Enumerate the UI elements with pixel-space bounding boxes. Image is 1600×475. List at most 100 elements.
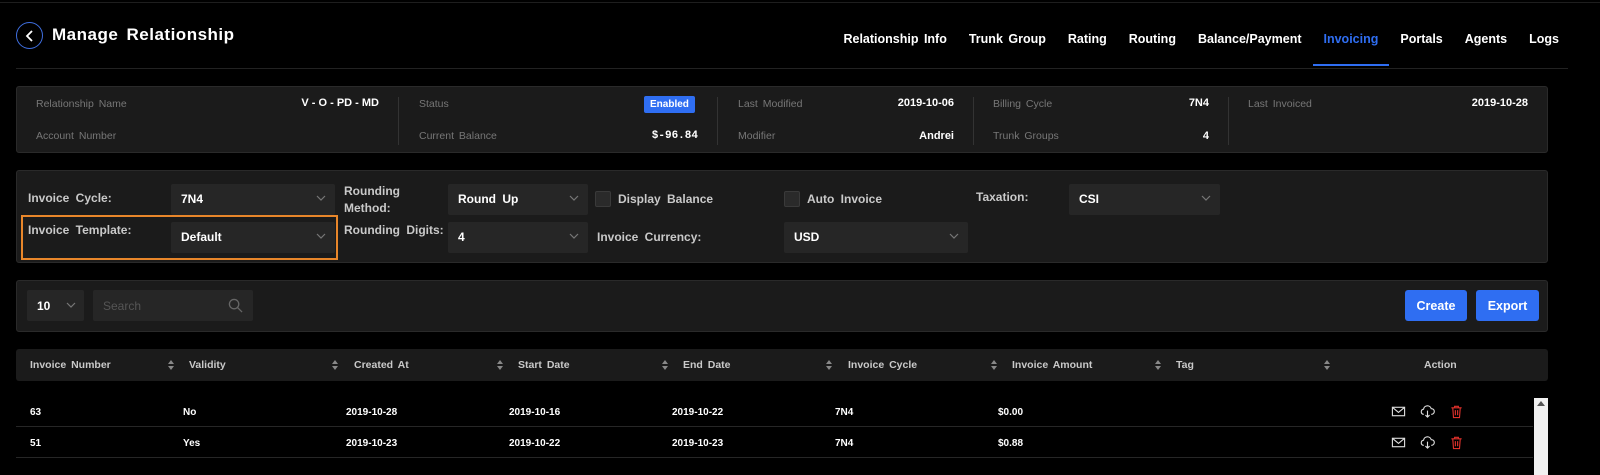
billing-cycle-label: Billing Cycle bbox=[993, 98, 1053, 110]
search-input[interactable] bbox=[93, 290, 223, 321]
last-invoiced-label: Last Invoiced bbox=[1248, 98, 1312, 110]
display-balance-label: Display Balance bbox=[618, 192, 714, 206]
column-invoice-number[interactable]: Invoice Number bbox=[30, 349, 176, 381]
mail-icon[interactable] bbox=[1391, 404, 1406, 419]
last-modified-value: 2019-10-06 bbox=[897, 97, 954, 109]
invoice-cycle-cell: 7N4 bbox=[835, 406, 854, 418]
vertical-scrollbar[interactable] bbox=[1534, 398, 1548, 475]
sort-icon bbox=[168, 360, 174, 370]
rounding-method-select[interactable]: Round Up bbox=[448, 184, 588, 215]
invoice-amount-cell: $0.00 bbox=[998, 406, 1024, 418]
modifier-label: Modifier bbox=[738, 130, 776, 142]
rounding-digits-value: 4 bbox=[458, 230, 465, 244]
info-separator bbox=[717, 97, 718, 145]
column-invoice-cycle[interactable]: Invoice Cycle bbox=[848, 349, 998, 381]
scroll-up-arrow-icon[interactable] bbox=[1537, 401, 1545, 406]
current-balance-value: $-96.84 bbox=[651, 130, 698, 142]
invoice-cycle-cell: 7N4 bbox=[835, 437, 854, 449]
rounding-digits-select[interactable]: 4 bbox=[448, 222, 588, 253]
create-button[interactable]: Create bbox=[1405, 290, 1467, 321]
rounding-method-label: Rounding Method: bbox=[344, 184, 400, 215]
chevron-down-icon bbox=[569, 233, 579, 239]
export-button[interactable]: Export bbox=[1476, 290, 1539, 321]
back-button[interactable] bbox=[16, 22, 43, 49]
table-row: 51 Yes 2019-10-23 2019-10-22 2019-10-23 … bbox=[16, 428, 1533, 458]
modifier-value: Andrei bbox=[919, 130, 954, 142]
taxation-value: CSI bbox=[1079, 192, 1100, 206]
account-number-label: Account Number bbox=[36, 130, 117, 142]
last-invoiced-value: 2019-10-28 bbox=[1471, 97, 1528, 109]
display-balance-checkbox[interactable] bbox=[595, 191, 611, 207]
trash-icon[interactable] bbox=[1449, 435, 1464, 450]
tab-logs[interactable]: Logs bbox=[1518, 32, 1570, 66]
auto-invoice-checkbox[interactable] bbox=[784, 191, 800, 207]
invoice-cycle-select[interactable]: 7N4 bbox=[171, 184, 335, 215]
invoice-number-cell[interactable]: 51 bbox=[30, 428, 41, 458]
column-action: Action bbox=[1424, 359, 1457, 371]
current-balance-label: Current Balance bbox=[419, 130, 497, 142]
tab-agents[interactable]: Agents bbox=[1454, 32, 1518, 66]
created-at-cell: 2019-10-23 bbox=[346, 437, 398, 449]
search-icon[interactable] bbox=[228, 298, 243, 313]
created-at-cell: 2019-10-28 bbox=[346, 406, 398, 418]
page-size-select[interactable]: 10 bbox=[27, 290, 84, 321]
column-created-at[interactable]: Created At bbox=[354, 349, 504, 381]
start-date-cell: 2019-10-16 bbox=[509, 406, 561, 418]
page-size-value: 10 bbox=[37, 299, 51, 313]
tab-trunk-group[interactable]: Trunk Group bbox=[958, 32, 1057, 66]
page-title: Manage Relationship bbox=[52, 25, 235, 44]
sort-icon bbox=[497, 360, 503, 370]
sort-icon bbox=[1324, 360, 1330, 370]
tab-routing[interactable]: Routing bbox=[1118, 32, 1187, 66]
trunk-groups-label: Trunk Groups bbox=[993, 130, 1059, 142]
sort-icon bbox=[332, 360, 338, 370]
sort-icon bbox=[991, 360, 997, 370]
trunk-groups-value: 4 bbox=[1202, 130, 1209, 142]
taxation-label: Taxation: bbox=[976, 190, 1029, 204]
invoice-cycle-value: 7N4 bbox=[181, 192, 204, 206]
tab-relationship-info[interactable]: Relationship Info bbox=[832, 32, 957, 66]
invoice-cycle-label: Invoice Cycle: bbox=[28, 191, 112, 205]
table-toolbar: 10 Create Export bbox=[16, 280, 1548, 332]
column-tag[interactable]: Tag bbox=[1176, 349, 1331, 381]
trash-icon[interactable] bbox=[1449, 404, 1464, 419]
invoice-currency-value: USD bbox=[794, 230, 820, 244]
tab-balance-payment[interactable]: Balance/Payment bbox=[1187, 32, 1313, 66]
taxation-select[interactable]: CSI bbox=[1069, 184, 1220, 215]
column-invoice-amount[interactable]: Invoice Amount bbox=[1012, 349, 1162, 381]
info-separator bbox=[1228, 97, 1229, 145]
relationship-info-panel: Relationship Name V - O - PD - MD Accoun… bbox=[16, 86, 1548, 153]
start-date-cell: 2019-10-22 bbox=[509, 437, 561, 449]
rounding-digits-label: Rounding Digits: bbox=[344, 223, 444, 237]
tab-portals[interactable]: Portals bbox=[1389, 32, 1453, 66]
invoice-number-cell[interactable]: 63 bbox=[30, 397, 41, 427]
chevron-left-icon bbox=[25, 29, 33, 42]
tab-invoicing[interactable]: Invoicing bbox=[1312, 32, 1390, 66]
search-box bbox=[93, 290, 253, 321]
relationship-name-label: Relationship Name bbox=[36, 98, 127, 110]
sort-icon bbox=[662, 360, 668, 370]
sort-icon bbox=[1155, 360, 1161, 370]
chevron-down-icon bbox=[1201, 195, 1211, 201]
cloud-download-icon[interactable] bbox=[1420, 404, 1435, 419]
tab-rating[interactable]: Rating bbox=[1057, 32, 1118, 66]
table-row: 63 No 2019-10-28 2019-10-16 2019-10-22 7… bbox=[16, 397, 1533, 427]
invoice-currency-select[interactable]: USD bbox=[784, 222, 968, 253]
column-start-date[interactable]: Start Date bbox=[518, 349, 668, 381]
chevron-down-icon bbox=[949, 233, 959, 239]
validity-cell: Yes bbox=[183, 437, 201, 449]
table-header: Invoice Number Validity Created At Start… bbox=[16, 349, 1548, 381]
end-date-cell: 2019-10-22 bbox=[672, 406, 724, 418]
status-badge: Enabled bbox=[644, 96, 695, 113]
column-end-date[interactable]: End Date bbox=[683, 349, 833, 381]
cloud-download-icon[interactable] bbox=[1420, 435, 1435, 450]
column-validity[interactable]: Validity bbox=[189, 349, 339, 381]
validity-cell: No bbox=[183, 406, 197, 418]
billing-cycle-value: 7N4 bbox=[1188, 97, 1209, 109]
info-separator bbox=[398, 97, 399, 145]
last-modified-label: Last Modified bbox=[738, 98, 803, 110]
end-date-cell: 2019-10-23 bbox=[672, 437, 724, 449]
status-label: Status bbox=[419, 98, 449, 110]
mail-icon[interactable] bbox=[1391, 435, 1406, 450]
auto-invoice-label: Auto Invoice bbox=[807, 192, 883, 206]
